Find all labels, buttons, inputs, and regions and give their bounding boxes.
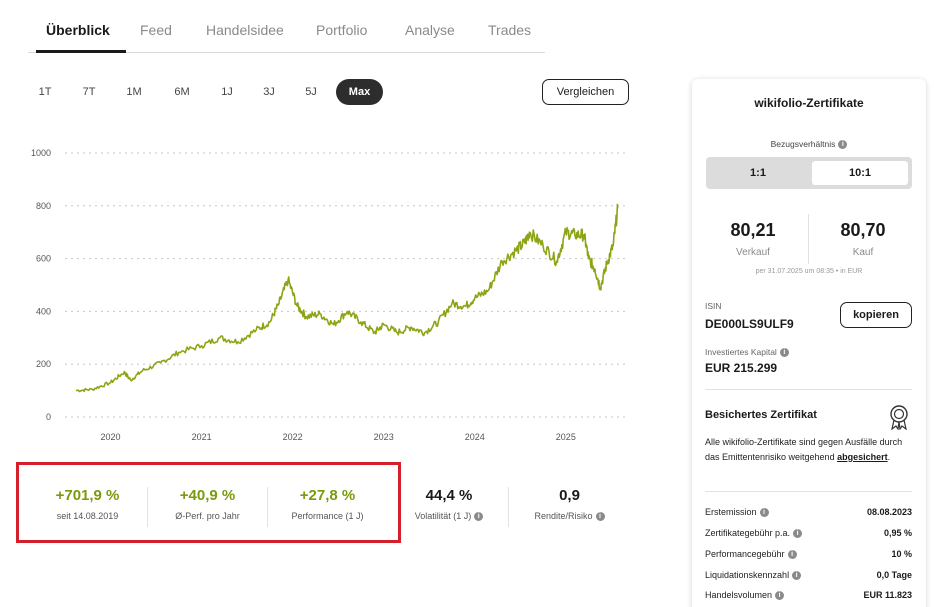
- tab-analyse[interactable]: Analyse: [405, 22, 455, 38]
- price-divider: [808, 214, 809, 264]
- info-icon[interactable]: i: [792, 571, 802, 581]
- detail-value: 08.08.2023: [866, 507, 912, 517]
- kpi-label: Rendite/Risiko: [534, 511, 593, 521]
- range-1m[interactable]: 1M: [120, 79, 148, 105]
- capital-label-row: Investiertes Kapital i: [705, 347, 789, 358]
- x-tick-label: 2020: [101, 432, 121, 442]
- compare-button[interactable]: Vergleichen: [542, 79, 629, 105]
- secured-title: Besichertes Zertifikat: [705, 409, 817, 421]
- info-icon[interactable]: i: [779, 348, 789, 358]
- secured-description: Alle wikifolio-Zertifikate sind gegen Au…: [705, 435, 905, 465]
- kpi-value: 0,9: [559, 487, 580, 504]
- y-tick-label: 600: [36, 254, 51, 264]
- ratio-toggle: 1:1 10:1: [706, 157, 912, 189]
- secured-end: .: [887, 452, 891, 462]
- range-1t[interactable]: 1T: [32, 79, 58, 105]
- ratio-label: Bezugsverhältnis: [770, 139, 836, 149]
- capital-value: EUR 215.299: [705, 361, 778, 375]
- info-icon[interactable]: i: [595, 512, 605, 522]
- card-title: wikifolio-Zertifikate: [754, 96, 864, 110]
- x-tick-label: 2025: [556, 432, 576, 442]
- tab-portfolio[interactable]: Portfolio: [316, 22, 367, 38]
- kpi-label-row: Rendite/Risiko i: [522, 511, 617, 522]
- range-6m[interactable]: 6M: [168, 79, 196, 105]
- kpi-performance-1y: +27,8 % Performance (1 J): [280, 487, 375, 521]
- detail-value: 10 %: [891, 549, 912, 559]
- range-3j[interactable]: 3J: [256, 79, 282, 105]
- tab-feed[interactable]: Feed: [140, 22, 172, 38]
- range-7t[interactable]: 7T: [76, 79, 102, 105]
- kpi-label: seit 14.08.2019: [56, 511, 119, 521]
- kpi-volatility: 44,4 % Volatilität (1 J) i: [403, 487, 495, 522]
- info-icon[interactable]: i: [759, 508, 769, 518]
- active-tab-indicator: [36, 50, 126, 53]
- sell-value: 80,21: [730, 220, 776, 240]
- detail-label: Erstemission: [705, 507, 757, 517]
- x-tick-label: 2024: [465, 432, 485, 442]
- info-icon[interactable]: i: [474, 512, 484, 522]
- kpi-annual-performance: +40,9 % Ø-Perf. pro Jahr: [160, 487, 255, 521]
- detail-value: EUR 11.823: [863, 590, 912, 600]
- kpi-value: +40,9 %: [179, 487, 236, 504]
- medal-icon: [890, 405, 908, 430]
- card-divider: [705, 389, 912, 390]
- kpi-total-performance: +701,9 % seit 14.08.2019: [40, 487, 135, 521]
- isin-value: DE000LS9ULF9: [705, 317, 794, 331]
- y-tick-label: 800: [36, 201, 51, 211]
- buy-value: 80,70: [840, 220, 886, 240]
- detail-label: Zertifikategebühr p.a.: [705, 528, 791, 538]
- capital-label: Investiertes Kapital: [705, 347, 777, 357]
- price-note: per 31.07.2025 um 08:35 • in EUR: [755, 268, 863, 275]
- detail-label: Performancegebühr: [705, 549, 785, 559]
- tab-bar: Überblick Feed Handelsidee Portfolio Ana…: [28, 0, 545, 53]
- sell-price: 80,21 Verkauf: [703, 220, 803, 258]
- ratio-label-row: Bezugsverhältnis i: [692, 139, 926, 150]
- detail-label: Liquidationskennzahl: [705, 570, 790, 580]
- kpi-label-row: Volatilität (1 J) i: [403, 511, 495, 522]
- buy-label: Kauf: [852, 247, 874, 258]
- tab-trades[interactable]: Trades: [488, 22, 531, 38]
- kpi-value: +701,9 %: [55, 487, 120, 504]
- kpi-label: Volatilität (1 J): [414, 511, 472, 521]
- tab-ueberblick[interactable]: Überblick: [46, 22, 110, 38]
- range-max[interactable]: Max: [336, 79, 383, 105]
- kpi-value: 44,4 %: [425, 487, 473, 504]
- ratio-option-1-1[interactable]: 1:1: [710, 161, 806, 185]
- detail-label: Handelsvolumen: [705, 590, 773, 600]
- card-divider: [705, 491, 912, 492]
- detail-value: 0,0 Tage: [876, 570, 912, 580]
- y-tick-label: 0: [46, 412, 51, 422]
- range-5j[interactable]: 5J: [298, 79, 324, 105]
- range-1j[interactable]: 1J: [214, 79, 240, 105]
- x-tick-label: 2022: [283, 432, 303, 442]
- tab-handelsidee[interactable]: Handelsidee: [206, 22, 284, 38]
- certificate-card: wikifolio-Zertifikate Bezugsverhältnis i …: [692, 79, 926, 607]
- y-tick-label: 1000: [31, 148, 51, 158]
- copy-isin-button[interactable]: kopieren: [840, 302, 912, 328]
- info-icon[interactable]: i: [838, 140, 848, 150]
- kpi-return-risk: 0,9 Rendite/Risiko i: [522, 487, 617, 522]
- info-icon[interactable]: i: [775, 591, 785, 601]
- sell-label: Verkauf: [736, 247, 770, 258]
- ratio-option-10-1[interactable]: 10:1: [812, 161, 908, 185]
- x-tick-label: 2021: [192, 432, 212, 442]
- info-icon[interactable]: i: [787, 550, 797, 560]
- buy-price: 80,70 Kauf: [813, 220, 913, 258]
- isin-label: ISIN: [705, 301, 722, 311]
- kpi-divider: [508, 487, 509, 527]
- kpi-divider: [267, 487, 268, 527]
- y-tick-label: 400: [36, 306, 51, 316]
- kpi-label: Performance (1 J): [291, 511, 364, 521]
- performance-chart: 0 200 400 600 800 1000 2020 2021 2022 2023 2024 202…: [31, 148, 625, 442]
- kpi-value: +27,8 %: [299, 487, 356, 504]
- secured-link[interactable]: abgesichert: [837, 452, 888, 462]
- kpi-label: Ø-Perf. pro Jahr: [175, 511, 240, 521]
- performance-line: [75, 203, 619, 393]
- kpi-divider: [147, 487, 148, 527]
- detail-value: 0,95 %: [883, 528, 912, 538]
- info-icon[interactable]: i: [793, 529, 803, 539]
- x-tick-label: 2023: [374, 432, 394, 442]
- y-tick-label: 200: [36, 359, 51, 369]
